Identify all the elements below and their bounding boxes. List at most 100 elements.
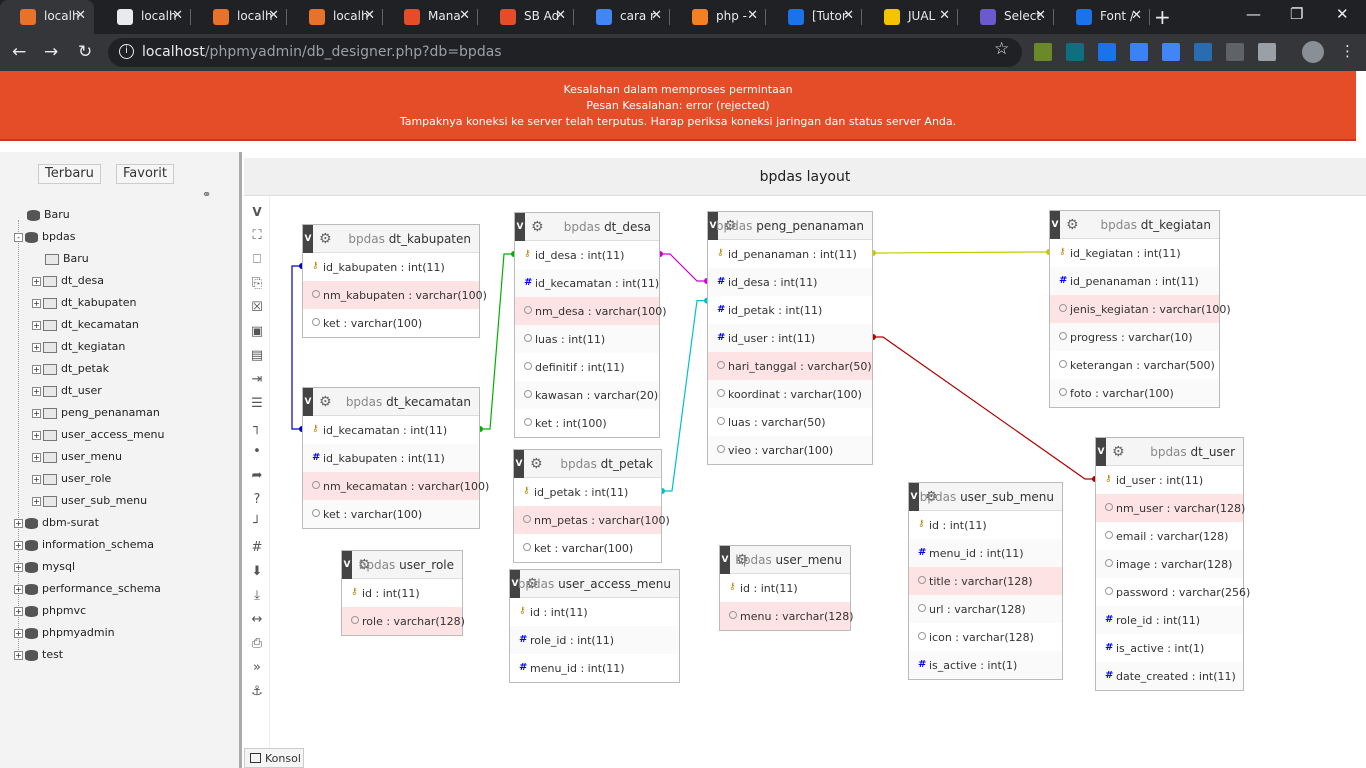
tree-item-table[interactable]: + dt_kegiatan [32,340,125,353]
column-row[interactable]: hari_tanggal : varchar(50) [708,352,872,380]
tree-item-database[interactable]: + test [14,648,63,661]
angular-links-icon[interactable]: ┘ [249,516,265,532]
link-icon[interactable]: ⚭ [202,188,211,201]
column-row[interactable]: ket : int(100) [515,409,659,437]
column-row[interactable]: luas : varchar(50) [708,408,872,436]
close-tab-icon[interactable]: ✕ [75,8,86,23]
column-row[interactable]: ⚷ id_kecamatan : int(11) [303,416,479,444]
pdf-icon[interactable]: ⎙ [249,636,265,652]
expand-icon[interactable]: + [14,518,23,528]
table-header[interactable]: V ⚙ bpdas user_sub_menu [909,483,1062,511]
close-tab-icon[interactable]: ✕ [651,8,662,23]
column-row[interactable]: # role_id : int(11) [1096,606,1243,634]
close-tab-icon[interactable]: ✕ [555,8,566,23]
table-dt_kegiatan[interactable]: V ⚙ bpdas dt_kegiatan ⚷ id_kegiatan : int(11… [1049,210,1231,408]
expand-icon[interactable]: + [32,342,41,352]
expand-icon[interactable]: + [32,364,41,374]
close-window-icon[interactable]: ✕ [1336,5,1349,23]
help-icon[interactable]: ? [249,492,265,508]
expand-icon[interactable]: + [14,540,23,550]
column-row[interactable]: ket : varchar(100) [303,309,479,337]
expand-icon[interactable]: + [32,496,41,506]
column-row[interactable]: role : varchar(128) [342,607,465,635]
table-user_access_menu[interactable]: V ⚙ bpdas user_access_menu ⚷ id : int(11) # ro… [509,569,680,683]
table-header[interactable]: V ⚙ bpdas user_role [342,551,462,579]
browser-tab[interactable]: JUAL ✕ [864,0,958,34]
tree-item-table[interactable]: + dt_user [32,384,102,397]
dropbox-icon[interactable] [1226,43,1244,61]
column-row[interactable]: # id_petak : int(11) [708,296,872,324]
minimize-icon[interactable]: — [1246,5,1261,23]
column-row[interactable]: nm_petas : varchar(100) [514,506,670,534]
column-row[interactable]: nm_kabupaten : varchar(100) [303,281,487,309]
table-header[interactable]: V ⚙ bpdas dt_desa [515,213,659,241]
relation-line[interactable] [291,265,302,430]
save-icon[interactable]: ▣ [249,324,265,340]
expand-icon[interactable]: + [14,650,23,660]
table-dt_petak[interactable]: V ⚙ bpdas dt_petak ⚷ id_petak : int(11) nm_pe… [513,449,670,563]
avatar[interactable] [1302,41,1324,63]
column-row[interactable]: # role_id : int(11) [510,626,679,654]
column-row[interactable]: ⚷ id_petak : int(11) [514,478,661,506]
menu-kebab-icon[interactable]: ⋮ [1340,42,1355,60]
open-page-icon[interactable]: ⎘ [249,276,265,292]
extension-window-icon[interactable] [1258,43,1276,61]
translate-icon[interactable] [1162,43,1180,61]
close-tab-icon[interactable]: ✕ [364,8,375,23]
gear-icon[interactable]: ⚙ [530,456,543,472]
tree-item-database[interactable]: + dbm-surat [14,516,99,529]
column-row[interactable]: ⚷ id_user : int(11) [1096,466,1243,494]
table-header[interactable]: V ⚙ bpdas dt_kecamatan [303,388,479,416]
expand-icon[interactable]: + [32,320,41,330]
close-tab-icon[interactable]: ✕ [1131,8,1142,23]
tree-item-table[interactable]: + user_role [32,472,111,485]
expand-icon[interactable]: + [32,430,41,440]
table-dt_user[interactable]: V ⚙ bpdas dt_user ⚷ id_user : int(11) nm_user… [1095,437,1250,691]
tree-item-table[interactable]: + dt_petak [32,362,109,375]
browser-tab[interactable]: Mana ✕ [384,0,478,34]
close-tab-icon[interactable]: ✕ [1035,8,1046,23]
bookmark-star-icon[interactable]: ☆ [994,39,1009,59]
gear-icon[interactable]: ⚙ [1066,217,1079,233]
collapse-all-icon[interactable]: ⬇ [249,564,265,580]
table-header[interactable]: V ⚙ bpdas dt_user [1096,438,1243,466]
column-row[interactable]: # is_active : int(1) [909,651,1062,679]
column-row[interactable]: ⚷ id_desa : int(11) [515,241,659,269]
tree-item-database[interactable]: + performance_schema [14,582,161,595]
reload-icon[interactable]: ↻ [78,42,92,62]
grid-icon[interactable]: # [249,540,265,556]
tree-item-database[interactable]: + phpmyadmin [14,626,115,639]
close-tab-icon[interactable]: ✕ [172,8,183,23]
browser-tab[interactable]: localh ✕ [193,0,287,34]
url-input[interactable]: i localhost/phpmyadmin/db_designer.php?d… [108,38,1022,67]
new-tab-button[interactable]: + [1154,5,1171,29]
column-row[interactable]: koordinat : varchar(100) [708,380,872,408]
relation-line-icon[interactable]: ┐ [249,420,265,436]
relation-line[interactable] [662,300,707,492]
table-header[interactable]: V ⚙ bpdas peng_penanaman [708,212,872,240]
close-tab-icon[interactable]: ✕ [747,8,758,23]
column-row[interactable]: # id_kabupaten : int(11) [303,444,479,472]
column-row[interactable]: ⚷ id : int(11) [342,579,462,607]
gear-icon[interactable]: ⚙ [531,219,544,235]
column-row[interactable]: ⚷ id : int(11) [510,598,679,626]
expand-icon[interactable]: + [14,606,23,616]
tree-item-database[interactable]: + information_schema [14,538,154,551]
expand-icon[interactable]: + [32,386,41,396]
column-row[interactable]: password : varchar(256) [1096,578,1250,606]
table-header[interactable]: V ⚙ bpdas user_access_menu [510,570,679,598]
column-row[interactable]: progress : varchar(10) [1050,323,1219,351]
table-user_menu[interactable]: V ⚙ bpdas user_menu ⚷ id : int(11) menu : var… [719,545,854,631]
collapse-icon[interactable]: - [14,232,23,242]
tree-item-table[interactable]: + dt_kecamatan [32,318,139,331]
browser-tab[interactable]: SB Ad ✕ [480,0,574,34]
collapse-table-button[interactable]: V [720,546,730,574]
column-row[interactable]: image : varchar(128) [1096,550,1243,578]
column-row[interactable]: luas : int(11) [515,325,659,353]
table-list-icon[interactable]: ☰ [249,396,265,412]
calculator-icon[interactable] [1130,43,1148,61]
expand-icon[interactable]: + [32,408,41,418]
expand-icon[interactable]: + [32,474,41,484]
browser-tab[interactable]: localh ✕ [97,0,191,34]
column-row[interactable]: ket : varchar(100) [514,534,661,562]
